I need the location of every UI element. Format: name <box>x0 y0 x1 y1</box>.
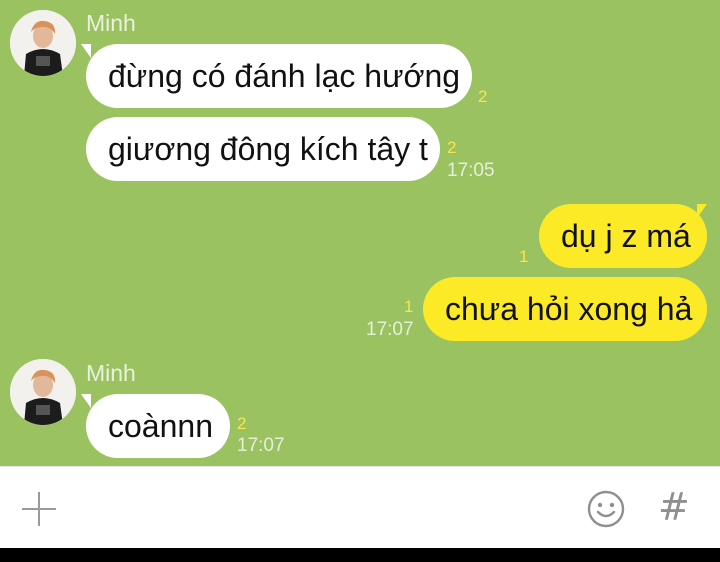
bubble-tail <box>81 394 91 408</box>
read-count: 2 <box>478 87 488 106</box>
read-count: 2 <box>237 414 247 433</box>
sender-name: Minh <box>86 360 136 386</box>
system-nav-strip <box>0 548 720 562</box>
message-bubble[interactable]: chưa hỏi xong hả <box>423 277 707 341</box>
message-time: 17:05 <box>447 160 495 181</box>
message-bubble[interactable]: coànnn <box>86 394 230 458</box>
sender-avatar[interactable] <box>10 10 76 76</box>
message-bubble[interactable]: giương đông kích tây t <box>86 117 440 181</box>
message-bubble[interactable]: đừng có đánh lạc hướng <box>86 44 472 108</box>
message-input-bar[interactable]: # <box>0 466 720 549</box>
message-time: 17:07 <box>366 319 414 340</box>
plus-icon[interactable] <box>22 492 56 526</box>
bubble-tail <box>81 44 91 58</box>
read-count: 2 <box>447 138 457 157</box>
avatar-photo <box>10 10 76 76</box>
chat-area[interactable]: Minh đừng có đánh lạc hướng 2 giương đôn… <box>0 0 720 466</box>
sender-avatar[interactable] <box>10 359 76 425</box>
emoji-icon[interactable] <box>586 489 626 529</box>
hashtag-icon[interactable]: # <box>658 485 690 529</box>
read-count: 1 <box>519 247 529 266</box>
read-count: 1 <box>404 297 414 316</box>
avatar-photo <box>10 359 76 425</box>
message-bubble[interactable]: dụ j z má <box>539 204 707 268</box>
sender-name: Minh <box>86 10 136 36</box>
message-time: 17:07 <box>237 435 285 456</box>
